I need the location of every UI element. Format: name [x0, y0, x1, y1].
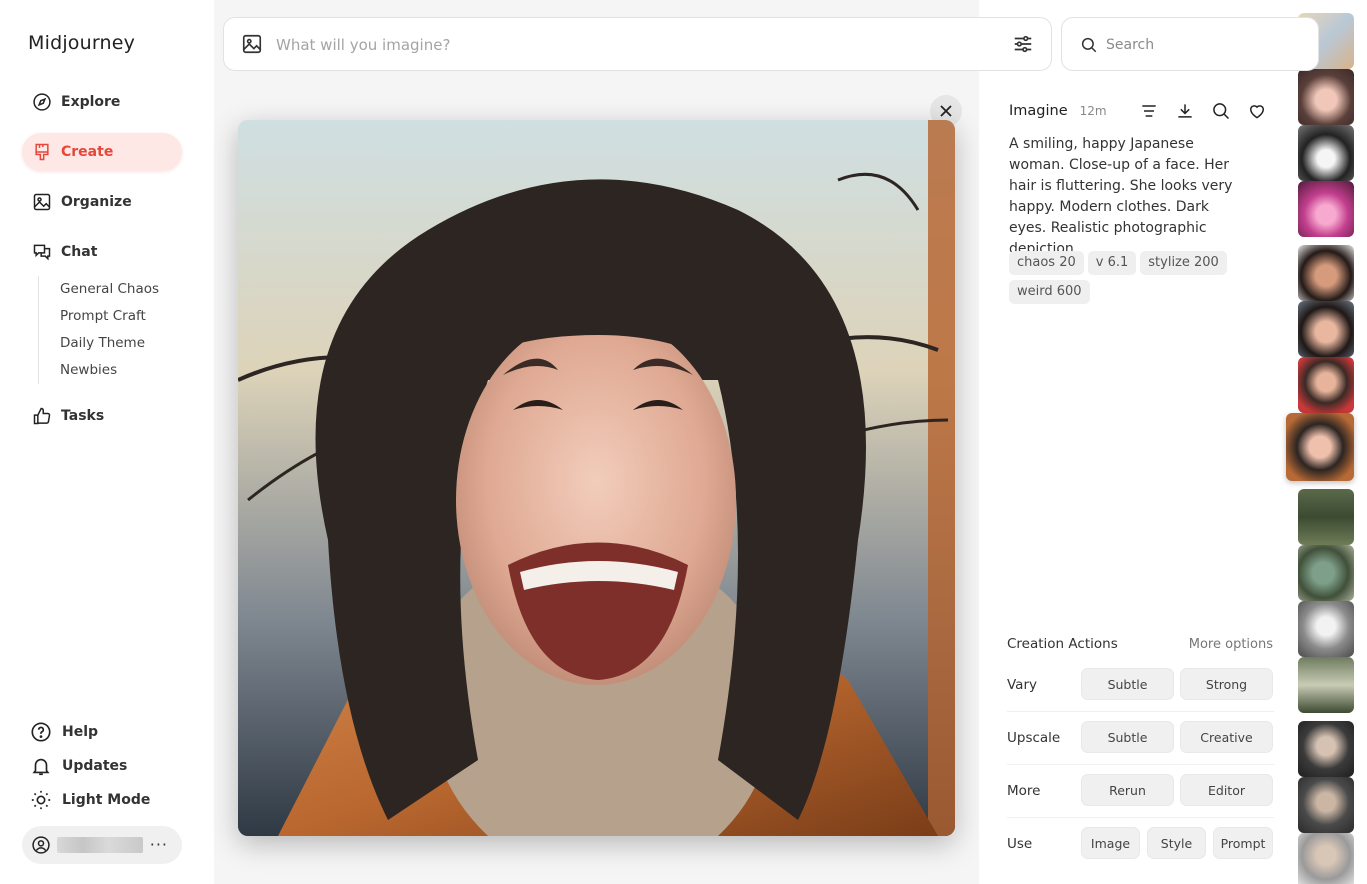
thumbnail-strip	[1286, 0, 1367, 884]
search-bar	[1061, 17, 1319, 71]
search-icon	[1081, 37, 1097, 53]
action-row-use: Use Image Style Prompt	[1007, 818, 1274, 871]
download-icon[interactable]	[1175, 101, 1195, 121]
action-row-label: Vary	[1007, 677, 1037, 693]
thumbnail-selected[interactable]	[1286, 413, 1354, 481]
generated-image[interactable]	[238, 120, 955, 836]
close-icon	[940, 105, 952, 117]
menu-lines-icon[interactable]	[1139, 101, 1159, 121]
updates-link[interactable]: Updates	[30, 755, 127, 777]
nav-label: Create	[61, 144, 114, 160]
action-row-more: More Rerun Editor	[1007, 765, 1274, 818]
editor-button[interactable]: Editor	[1180, 774, 1273, 806]
prompt-input[interactable]	[276, 32, 976, 58]
job-type: Imagine	[1009, 103, 1068, 119]
chat-channel-list: General Chaos Prompt Craft Daily Theme N…	[38, 276, 159, 384]
thumbnail[interactable]	[1298, 545, 1354, 601]
thumbnail[interactable]	[1298, 125, 1354, 181]
chat-channel-daily-theme[interactable]: Daily Theme	[39, 330, 159, 357]
thumbnail[interactable]	[1298, 69, 1354, 125]
user-avatar-icon	[32, 836, 50, 854]
more-options-link[interactable]: More options	[1189, 637, 1273, 652]
bell-icon	[32, 758, 50, 776]
updates-label: Updates	[62, 758, 128, 774]
question-circle-icon	[31, 722, 51, 742]
chat-channel-newbies[interactable]: Newbies	[39, 357, 159, 384]
use-style-button[interactable]: Style	[1147, 827, 1206, 859]
thumbnail[interactable]	[1298, 777, 1354, 833]
use-image-button[interactable]: Image	[1081, 827, 1140, 859]
nav-tasks[interactable]: Tasks	[22, 397, 182, 435]
compass-icon	[33, 93, 51, 111]
image-upload-icon[interactable]	[241, 33, 263, 55]
nav-explore[interactable]: Explore	[22, 83, 182, 121]
thumbnail[interactable]	[1298, 357, 1354, 413]
prompt-text: A smiling, happy Japanese woman. Close-u…	[1009, 136, 1233, 257]
nav-label: Chat	[61, 244, 98, 260]
nav-label: Explore	[61, 94, 121, 110]
nav-label: Tasks	[61, 408, 105, 424]
nav-label: Organize	[61, 194, 132, 210]
app-logo[interactable]: Midjourney	[28, 32, 135, 54]
detail-panel: Imagine 12m A smiling, happy Japanese wo…	[979, 0, 1319, 884]
action-row-vary: Vary Subtle Strong	[1007, 659, 1274, 712]
param-tag-version[interactable]: v 6.1	[1087, 251, 1137, 275]
help-label: Help	[62, 724, 99, 740]
main-area	[214, 0, 1052, 884]
param-tag-stylize[interactable]: stylize 200	[1140, 251, 1227, 275]
detail-actions	[1139, 101, 1267, 121]
action-row-upscale: Upscale Subtle Creative	[1007, 712, 1274, 765]
thumbnail[interactable]	[1298, 721, 1354, 777]
light-mode-toggle[interactable]: Light Mode	[30, 789, 150, 811]
search-input[interactable]	[1106, 33, 1306, 57]
user-account[interactable]: ···	[22, 826, 182, 864]
creation-actions-title: Creation Actions	[1007, 636, 1118, 652]
redacted-username	[57, 837, 143, 853]
action-row-label: Upscale	[1007, 730, 1061, 746]
sliders-icon[interactable]	[1012, 33, 1034, 55]
sun-icon	[31, 790, 51, 810]
prompt-params: chaos 20 v 6.1 stylize 200 weird 600	[1009, 251, 1249, 304]
vary-strong-button[interactable]: Strong	[1180, 668, 1273, 700]
light-mode-label: Light Mode	[62, 792, 151, 808]
chat-channel-general-chaos[interactable]: General Chaos	[39, 276, 159, 303]
thumbnail[interactable]	[1298, 245, 1354, 301]
detail-header: Imagine 12m	[1009, 103, 1107, 119]
param-tag-chaos[interactable]: chaos 20	[1009, 251, 1084, 275]
thumbnail[interactable]	[1298, 181, 1354, 237]
rerun-button[interactable]: Rerun	[1081, 774, 1174, 806]
job-time: 12m	[1079, 104, 1107, 118]
thumbnail[interactable]	[1298, 657, 1354, 713]
nav-create[interactable]: Create	[22, 133, 182, 171]
thumbnail[interactable]	[1298, 833, 1354, 884]
upscale-subtle-button[interactable]: Subtle	[1081, 721, 1174, 753]
chat-channel-prompt-craft[interactable]: Prompt Craft	[39, 303, 159, 330]
thumbnail[interactable]	[1298, 601, 1354, 657]
brush-icon	[35, 143, 49, 161]
generated-photo-illustration	[238, 120, 955, 836]
image-icon	[33, 193, 51, 211]
sidebar: Midjourney Explore Create Organize Chat …	[0, 0, 214, 884]
use-prompt-button[interactable]: Prompt	[1213, 827, 1273, 859]
user-menu-button[interactable]: ···	[150, 835, 168, 854]
chat-bubbles-icon	[33, 244, 51, 261]
upscale-creative-button[interactable]: Creative	[1180, 721, 1273, 753]
vary-subtle-button[interactable]: Subtle	[1081, 668, 1174, 700]
search-similar-icon[interactable]	[1211, 101, 1231, 121]
action-row-label: More	[1007, 783, 1041, 799]
nav-organize[interactable]: Organize	[22, 183, 182, 221]
nav-chat[interactable]: Chat	[22, 233, 182, 271]
action-row-label: Use	[1007, 836, 1033, 852]
help-link[interactable]: Help	[30, 721, 98, 743]
thumbs-up-icon	[33, 407, 51, 425]
param-tag-weird[interactable]: weird 600	[1009, 280, 1090, 304]
prompt-bar	[223, 17, 1052, 71]
heart-icon[interactable]	[1247, 101, 1267, 121]
thumbnail[interactable]	[1298, 489, 1354, 545]
thumbnail[interactable]	[1298, 301, 1354, 357]
